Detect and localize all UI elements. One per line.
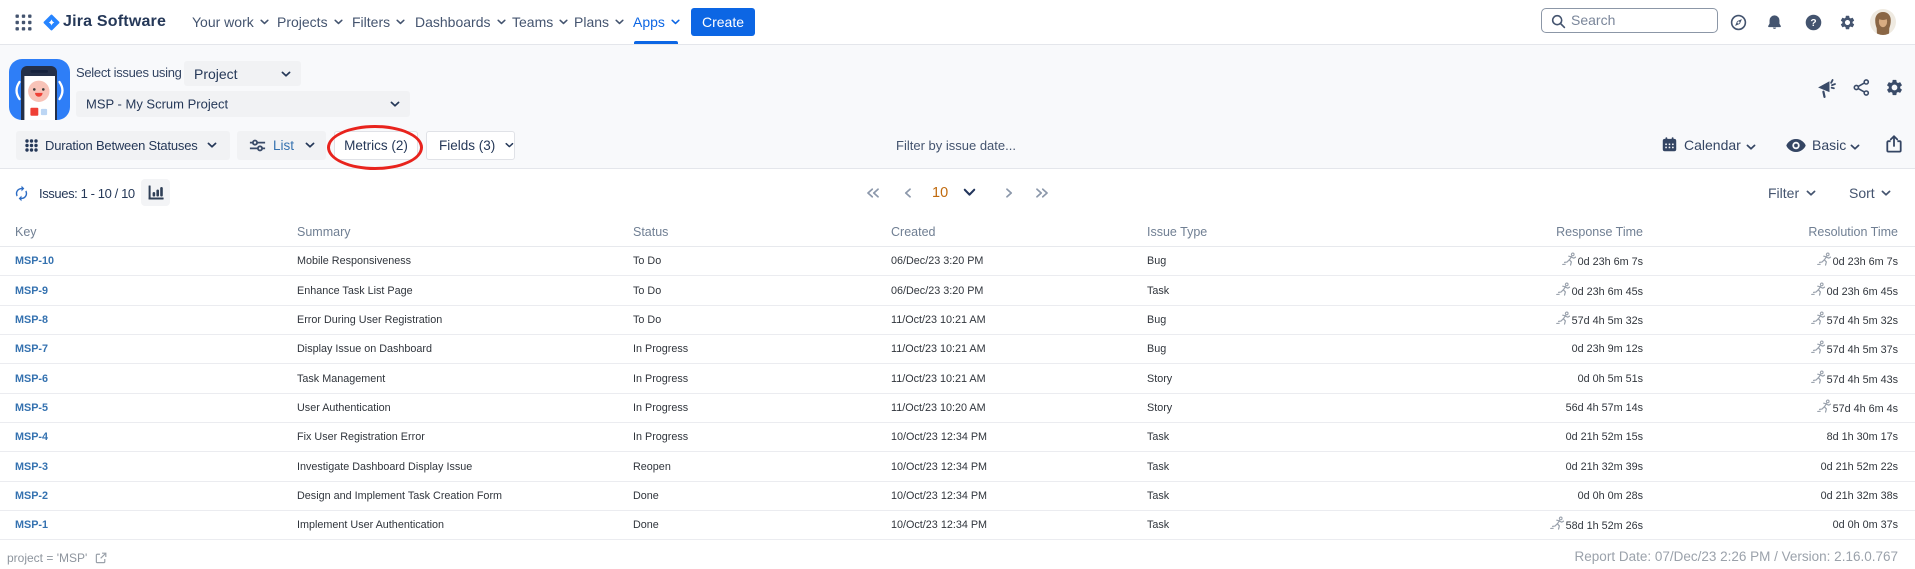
svg-text:?: ? [1810, 18, 1816, 29]
